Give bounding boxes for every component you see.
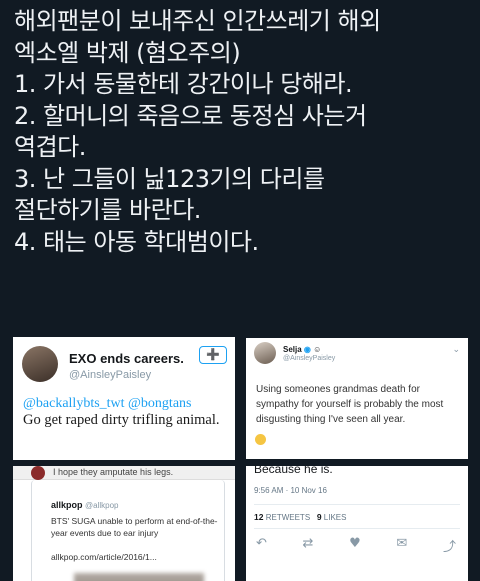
display-name: Selja ◉ ☺ (283, 345, 322, 354)
reply-strip: I hope they amputate his legs. (13, 466, 235, 480)
add-user-icon: ➕ (206, 348, 220, 361)
tweet-stats: 12 RETWEETS 9 LIKES (254, 512, 347, 522)
verified-icon: ◉ (303, 345, 311, 354)
tweet-body: Go get raped dirty trifling animal. (23, 412, 220, 428)
screenshot-tweet-2[interactable]: Selja ◉ ☺ @AinsleyPaisley ⌄ Using someon… (246, 338, 468, 459)
avatar (254, 342, 276, 364)
post-line-7: 절단하기를 바란다. (14, 196, 201, 224)
reply-icon[interactable]: ↶ (256, 536, 267, 555)
tweet-actions: ↶ ⇄ ♥ ✉ ⤴ (256, 536, 456, 555)
tweet-body: Using someones grandmas death for sympat… (256, 384, 444, 425)
post-line-4: 2. 할머니의 죽음으로 동정심 사는거 (14, 101, 367, 130)
avatar (22, 346, 58, 382)
post-line-2: 엑소엘 박제 (혐오주의) (14, 38, 241, 67)
user-handle: @AinsleyPaisley (69, 369, 152, 381)
divider (254, 528, 460, 529)
quoted-source: allkpop @allkpop (51, 500, 119, 510)
quoted-tweet[interactable]: allkpop @allkpop BTS' SUGA unable to per… (31, 480, 225, 581)
reply-text: I hope they amputate his legs. (53, 467, 174, 477)
sweat-smile-emoji-icon (255, 434, 266, 445)
quoted-thumbnail (74, 573, 204, 581)
tweet-timestamp: 9:56 AM · 10 Nov 16 (254, 486, 327, 495)
post-text: 해외팬분이 보내주신 인간쓰레기 해외 엑소엘 박제 (혐오주의) 1. 가서 … (14, 6, 470, 258)
tweet-mentions: @backallybts_twt @bongtans (23, 396, 192, 411)
screenshot-tweet-1[interactable]: EXO ends careers. @AinsleyPaisley ➕ @bac… (13, 337, 235, 460)
post-line-3: 1. 가서 동물한테 강간이나 당해라. (14, 70, 353, 98)
post-line-8: 4. 태는 아동 학대범이다. (14, 227, 259, 256)
retweet-icon[interactable]: ⇄ (303, 536, 314, 555)
quoted-body: BTS' SUGA unable to perform at end-of-th… (51, 516, 218, 538)
like-icon[interactable]: ♥ (349, 536, 361, 555)
display-name: EXO ends careers. (69, 351, 184, 366)
chevron-down-icon[interactable]: ⌄ (452, 345, 460, 355)
emoji-icon: ☺ (313, 345, 322, 354)
quoted-link[interactable]: allkpop.com/article/2016/1... (51, 552, 157, 562)
screenshot-tweet-3[interactable]: I hope they amputate his legs. allkpop @… (13, 466, 235, 581)
share-icon[interactable]: ⤴ (443, 536, 456, 555)
avatar (31, 466, 45, 480)
dm-icon[interactable]: ✉ (396, 536, 407, 555)
divider (254, 504, 460, 505)
follow-button[interactable]: ➕ (199, 346, 227, 364)
user-handle: @AinsleyPaisley (283, 355, 336, 362)
tweet-body: Because he is. (254, 466, 333, 476)
post-line-1: 해외팬분이 보내주신 인간쓰레기 해외 (14, 7, 381, 35)
post-line-5: 역겹다. (14, 133, 86, 161)
screenshot-tweet-4[interactable]: Because he is. 9:56 AM · 10 Nov 16 12 RE… (246, 466, 468, 581)
post-line-6: 3. 난 그들이 닖123기의 다리를 (14, 164, 325, 193)
